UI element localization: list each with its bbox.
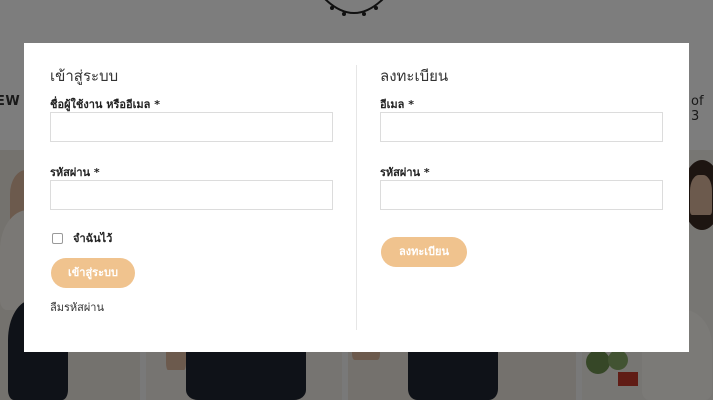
email-input[interactable] xyxy=(380,112,663,142)
login-password-label: รหัสผ่าน * xyxy=(50,166,100,179)
remember-me-label: จำฉันไว้ xyxy=(73,232,113,245)
lost-password-link[interactable]: ลืมรหัสผ่าน xyxy=(50,298,104,316)
remember-me-row[interactable]: จำฉันไว้ xyxy=(52,229,112,247)
register-title: ลงทะเบียน xyxy=(380,67,449,85)
login-register-modal: เข้าสู่ระบบ ชื่อผู้ใช้งาน หรืออีเมล * รห… xyxy=(24,43,689,352)
email-label: อีเมล * xyxy=(380,98,414,111)
login-button[interactable]: เข้าสู่ระบบ xyxy=(51,258,135,288)
remember-me-checkbox[interactable] xyxy=(52,232,63,244)
login-title: เข้าสู่ระบบ xyxy=(50,67,119,85)
username-input[interactable] xyxy=(50,112,333,142)
register-button[interactable]: ลงทะเบียน xyxy=(381,237,467,267)
username-label: ชื่อผู้ใช้งาน หรืออีเมล * xyxy=(50,98,160,111)
register-password-input[interactable] xyxy=(380,180,663,210)
register-password-label: รหัสผ่าน * xyxy=(380,166,430,179)
login-password-input[interactable] xyxy=(50,180,333,210)
column-divider xyxy=(356,65,357,330)
